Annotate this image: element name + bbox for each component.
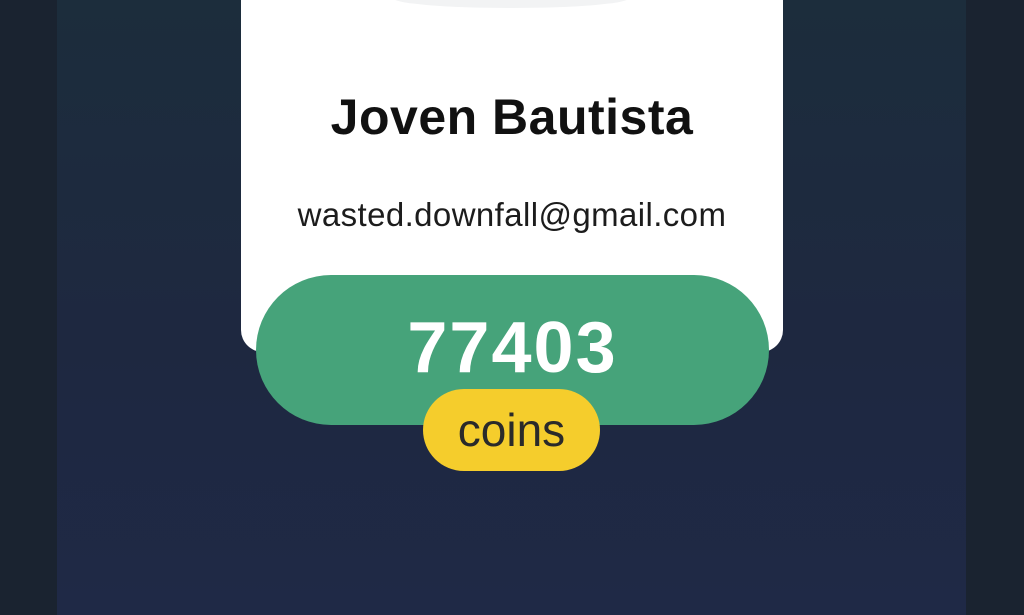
screen: Joven Bautista wasted.downfall@gmail.com… [0,0,1024,615]
user-email: wasted.downfall@gmail.com [297,196,727,233]
coins-value: 77403 [407,308,618,388]
coins-label: coins [423,389,600,471]
avatar [395,0,627,8]
user-name: Joven Bautista [330,89,694,145]
